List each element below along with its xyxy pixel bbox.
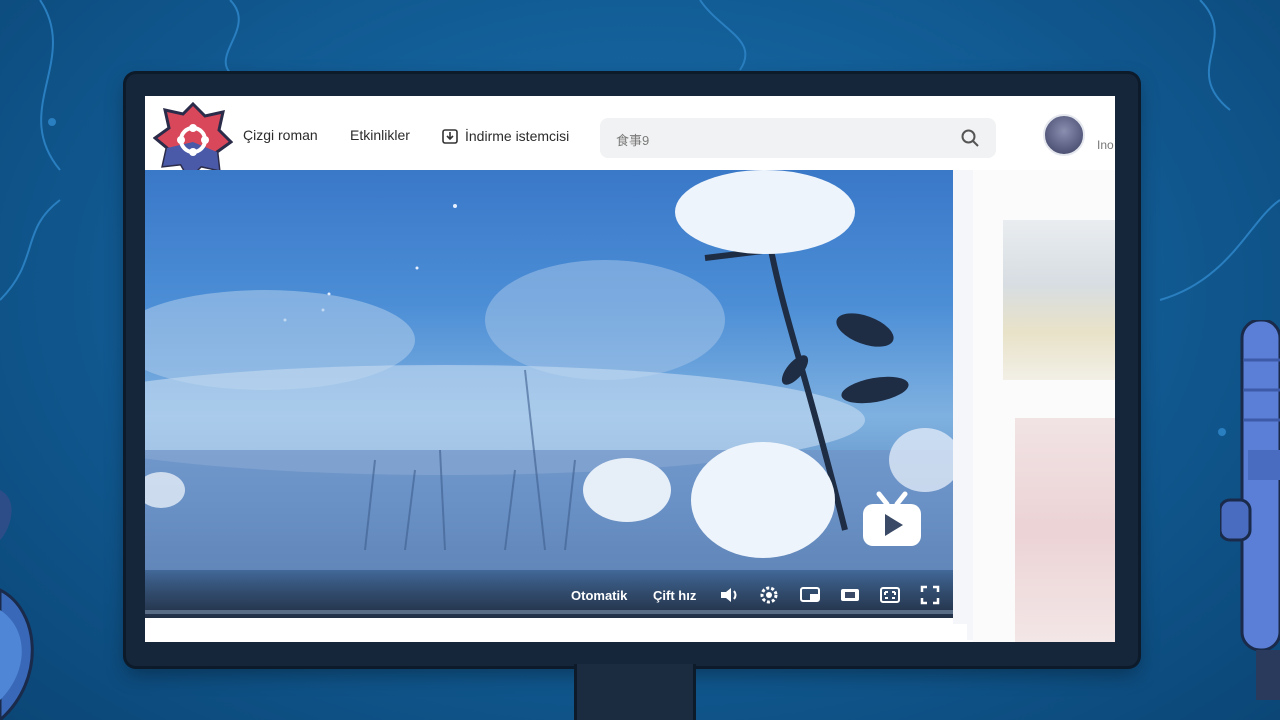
app-logo[interactable] xyxy=(153,102,233,180)
search-box[interactable]: 食事9 xyxy=(600,118,996,158)
web-fullscreen-icon[interactable] xyxy=(879,584,901,606)
fullscreen-icon[interactable] xyxy=(919,584,941,606)
download-icon xyxy=(442,129,458,144)
quality-auto-button[interactable]: Otomatik xyxy=(571,588,627,603)
volume-icon[interactable] xyxy=(718,584,740,606)
headphone-decoration xyxy=(0,490,34,720)
search-icon[interactable] xyxy=(960,128,980,148)
nav-comics[interactable]: Çizgi roman xyxy=(243,127,318,143)
tv-play-icon xyxy=(863,491,921,546)
progress-bar[interactable] xyxy=(145,610,967,614)
recommendation-sidebar xyxy=(973,170,1115,642)
recommendation-thumbnail[interactable] xyxy=(1003,220,1115,380)
microphone-decoration xyxy=(1220,320,1280,700)
player-controls: Otomatik Çift hız xyxy=(145,570,967,618)
playback-speed-button[interactable]: Çift hız xyxy=(653,588,696,603)
nav-download-label: İndirme istemcisi xyxy=(465,128,570,144)
avatar[interactable] xyxy=(1043,114,1085,156)
picture-in-picture-icon[interactable] xyxy=(799,584,821,606)
site-header: Çizgi roman Etkinlikler İndirme istemcis… xyxy=(145,96,1115,180)
page-below-player xyxy=(145,624,967,642)
video-player[interactable]: Otomatik Çift hız xyxy=(145,170,967,618)
search-input[interactable]: 食事9 xyxy=(616,130,649,149)
widescreen-icon[interactable] xyxy=(839,584,861,606)
monitor-stand xyxy=(574,664,696,720)
browser-screen: Çizgi roman Etkinlikler İndirme istemcis… xyxy=(145,96,1115,642)
user-name[interactable]: Ino xyxy=(1097,138,1114,152)
gear-icon[interactable] xyxy=(758,584,780,606)
recommendation-thumbnail[interactable] xyxy=(1015,418,1115,642)
sidebar-divider xyxy=(953,170,973,640)
nav-events[interactable]: Etkinlikler xyxy=(350,127,410,143)
video-frame xyxy=(145,170,967,570)
nav-download-client[interactable]: İndirme istemcisi xyxy=(441,127,569,145)
